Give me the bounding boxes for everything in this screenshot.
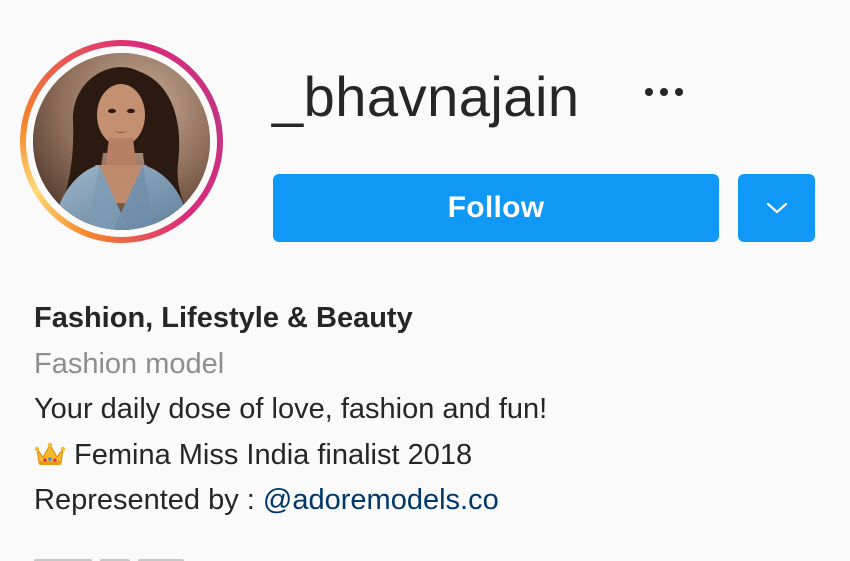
profile-bio: Fashion, Lifestyle & Beauty Fashion mode… [34,296,547,524]
profile-full-name: Fashion, Lifestyle & Beauty [34,302,413,334]
bio-line-represented: Represented by : @adoremodels.co [34,478,547,524]
bio-line-tagline: Your daily dose of love, fashion and fun… [34,393,548,425]
avatar[interactable] [33,53,210,230]
cutoff-followed-by-row [34,550,254,561]
follow-button[interactable]: Follow [273,174,719,242]
profile-avatar-story-ring[interactable] [20,40,223,243]
chevron-down-icon [766,202,787,214]
profile-username: _bhavnajain [272,65,580,128]
more-horizontal-icon-dot [675,88,683,96]
more-horizontal-icon-dot [660,88,668,96]
avatar-image [33,53,210,230]
agency-mention-link[interactable]: @adoremodels.co [263,484,499,516]
suggested-accounts-dropdown-button[interactable] [738,174,815,242]
profile-category: Fashion model [34,347,225,380]
bio-line-achievement-text: Femina Miss India finalist 2018 [74,438,473,471]
bio-line-achievement: Femina Miss India finalist 2018 [34,433,547,479]
more-horizontal-icon [645,88,653,96]
represented-by-label: Represented by : [34,484,263,516]
crown-emoji-icon [34,442,66,465]
more-options-button[interactable] [636,70,692,114]
